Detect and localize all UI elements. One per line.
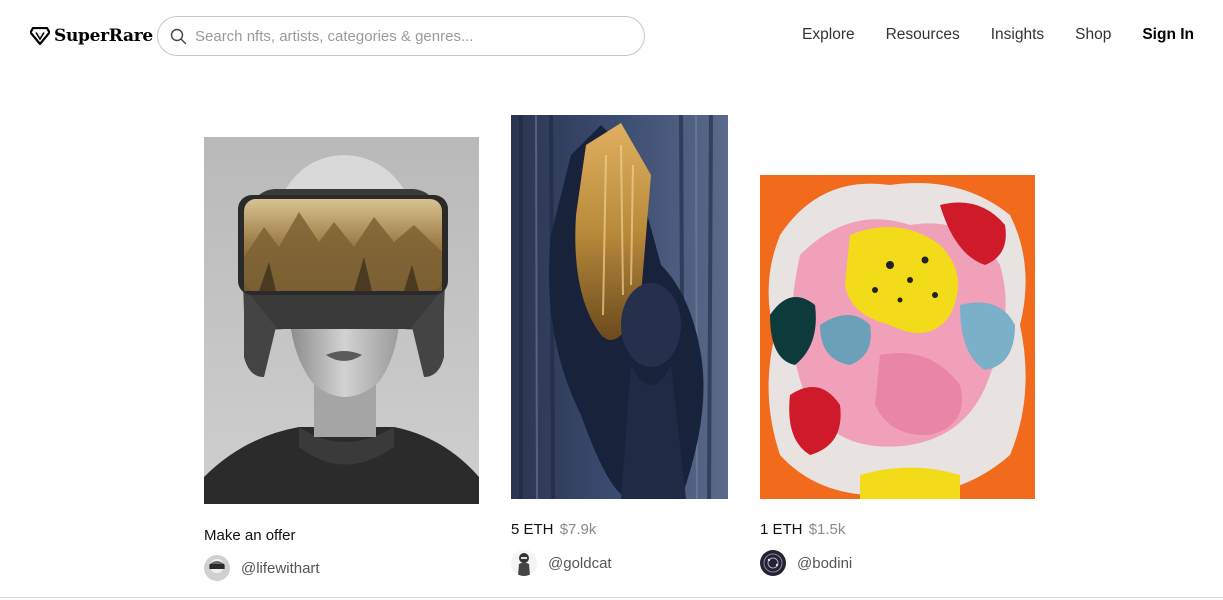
nav-explore[interactable]: Explore — [802, 26, 855, 44]
make-offer-label: Make an offer — [204, 527, 296, 544]
usd-price: $7.9k — [559, 521, 597, 538]
card-3-artist[interactable]: @bodini — [760, 550, 852, 576]
card-3-price: 1 ETH $1.5k — [760, 521, 845, 538]
artwork-image-vr-headset[interactable] — [204, 137, 479, 504]
sign-in-link[interactable]: Sign In — [1142, 26, 1194, 44]
logo-text: SuperRare — [54, 26, 153, 46]
artwork-image-blue-figure[interactable] — [511, 115, 728, 499]
nav-insights[interactable]: Insights — [991, 26, 1044, 44]
nav-shop[interactable]: Shop — [1075, 26, 1111, 44]
artwork-image-abstract-blobs[interactable] — [760, 175, 1035, 499]
usd-price: $1.5k — [808, 521, 846, 538]
nav-resources[interactable]: Resources — [886, 26, 960, 44]
superrare-logo[interactable]: SuperRare — [30, 24, 153, 48]
top-header: SuperRare Explore Resources Insights Sho… — [0, 0, 1223, 72]
divider — [0, 597, 1223, 598]
avatar — [204, 555, 230, 581]
artist-handle: @bodini — [797, 554, 853, 572]
search-bar[interactable] — [157, 16, 645, 56]
eth-price: 1 ETH — [760, 521, 803, 538]
card-2-price: 5 ETH $7.9k — [511, 521, 596, 538]
card-1-price: Make an offer — [204, 527, 295, 544]
search-icon — [170, 28, 187, 44]
eth-price: 5 ETH — [511, 521, 554, 538]
main-nav: Explore Resources Insights Shop Sign In — [771, 26, 1194, 44]
diamond-logo-icon — [30, 27, 50, 45]
search-input[interactable] — [195, 27, 625, 45]
card-2-artist[interactable]: @goldcat — [511, 550, 612, 576]
avatar — [760, 550, 786, 576]
artist-handle: @lifewithart — [241, 559, 320, 577]
avatar — [511, 550, 537, 576]
card-1-artist[interactable]: @lifewithart — [204, 555, 320, 581]
artist-handle: @goldcat — [548, 554, 612, 572]
